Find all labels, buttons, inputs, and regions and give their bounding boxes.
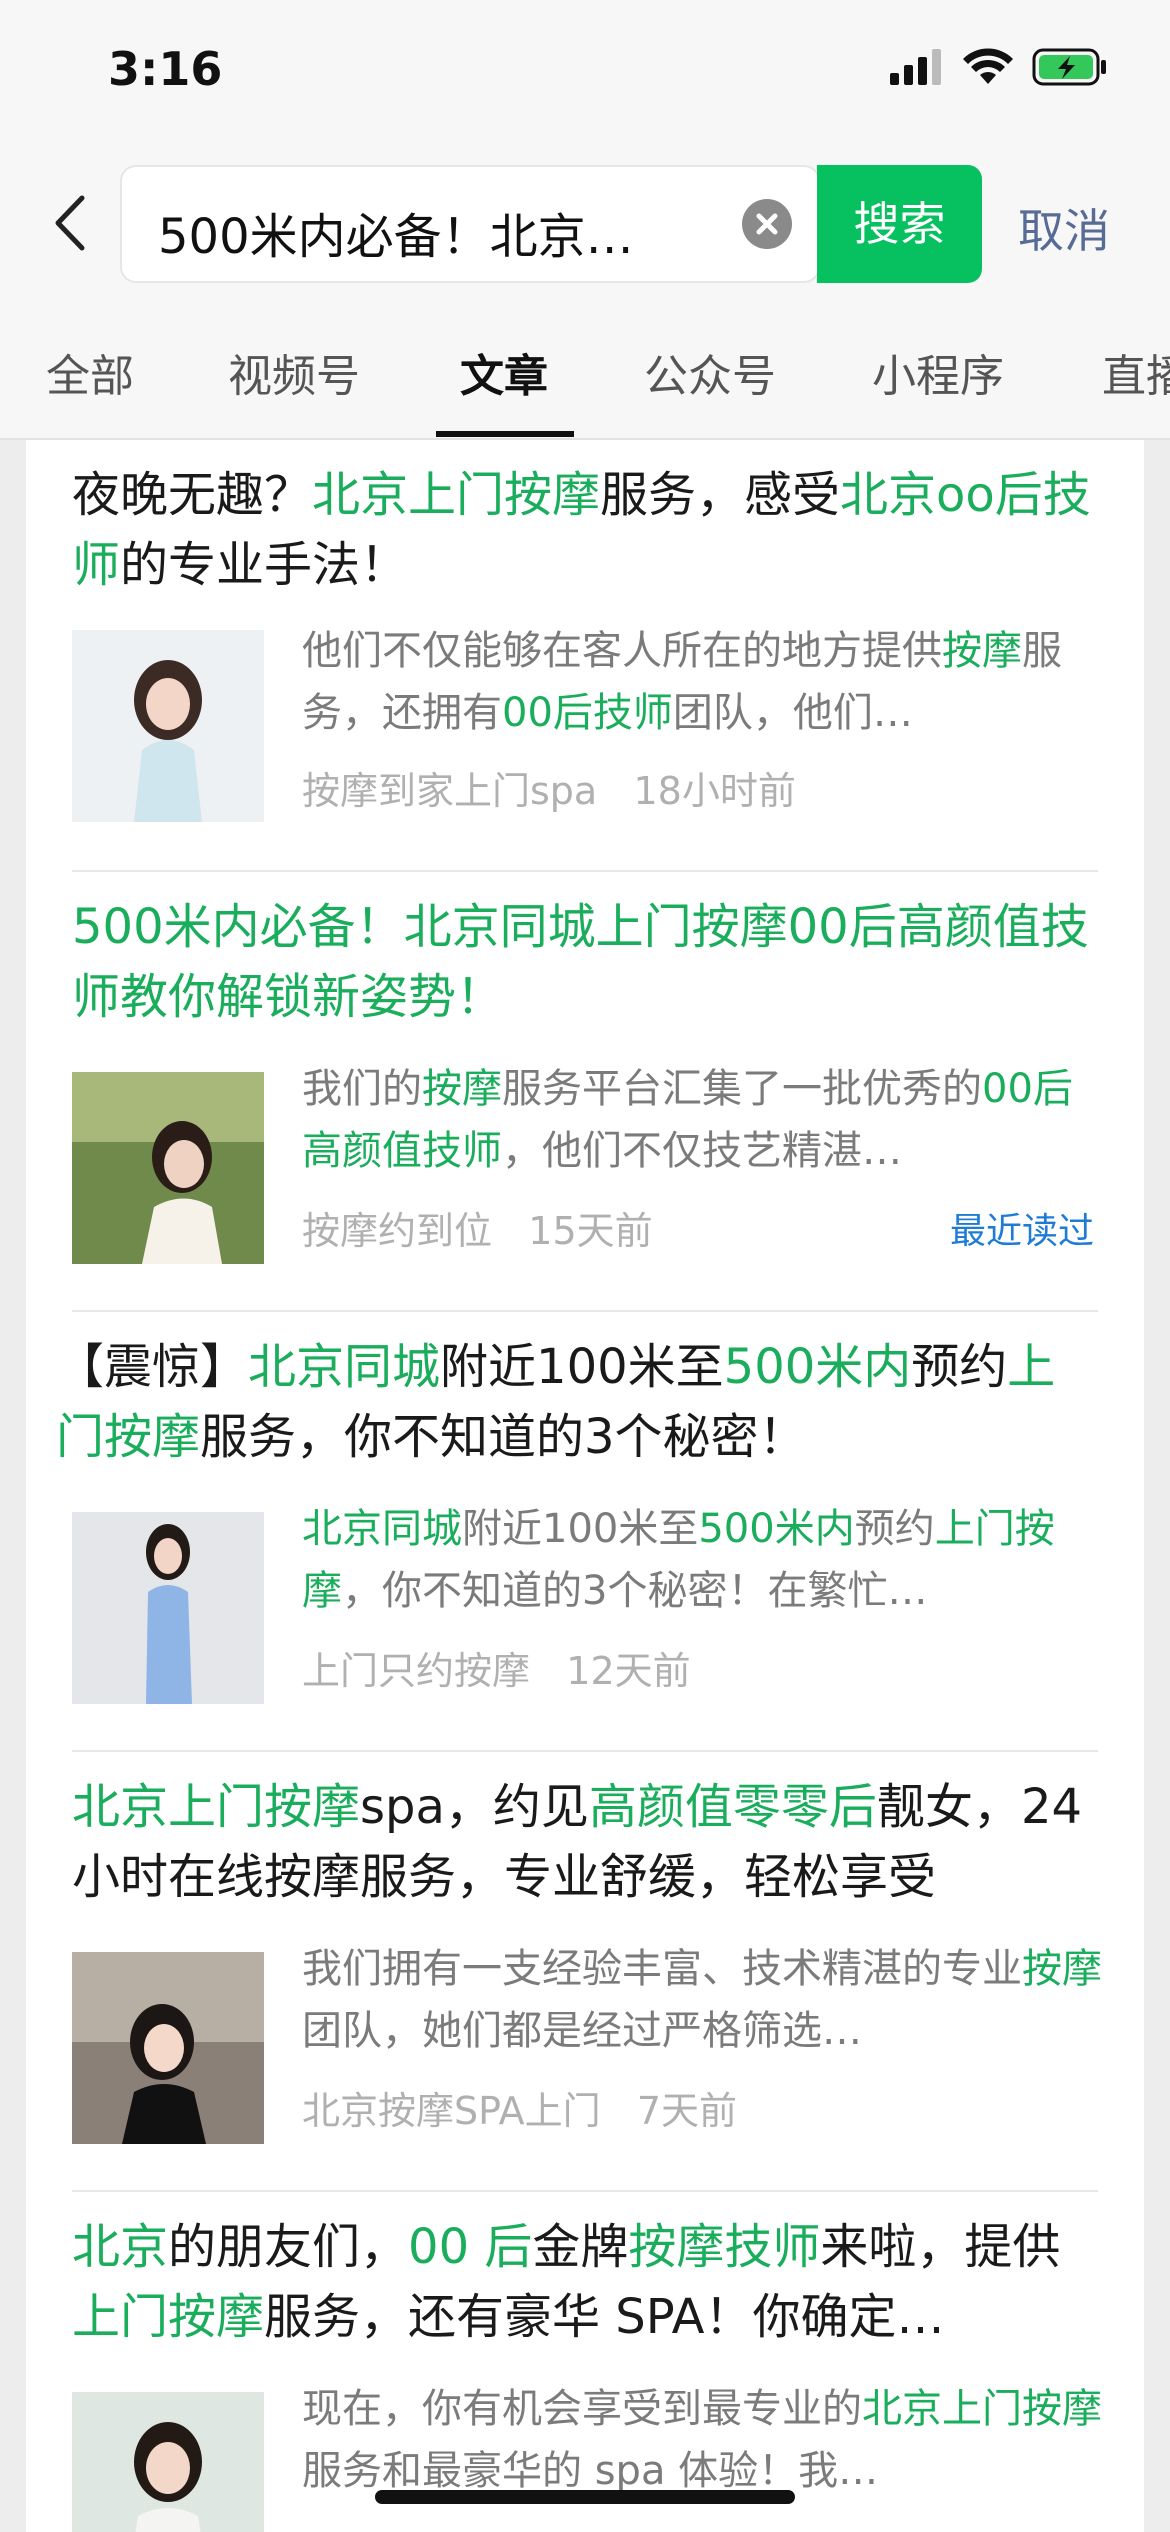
highlighted-keyword: 北京上门按摩 [312,467,601,523]
text-segment: 【震惊】 [56,1339,249,1395]
article-source[interactable]: 按摩到家上门spa [302,769,597,813]
article-title[interactable]: 北京上门按摩spa，约见高颜值零零后靓女，24小时在线按摩服务，专业舒缓，轻松享… [72,1772,1102,1912]
article-card[interactable]: 【震惊】北京同城附近100米至500米内预约上门按摩服务，你不知道的3个秘密！ … [26,1312,1144,1752]
article-snippet: 我们拥有一支经验丰富、技术精湛的专业按摩团队，她们都是经过严格筛选… [302,1938,1102,2062]
result-tabs: 全部 视频号 文章 公众号 小程序 直播 [0,298,1170,440]
article-time: 7天前 [636,2089,738,2133]
article-meta: 按摩约到位 15天前 [302,1200,653,1255]
highlighted-keyword: 高颜值零零后 [588,1779,877,1835]
search-bar: 500米内必备！北京… 搜索 取消 [0,150,1170,298]
highlighted-keyword: 北京 [72,2219,169,2275]
article-thumbnail [72,1072,264,1264]
article-title[interactable]: 北京的朋友们，00 后金牌按摩技师来啦，提供上门按摩服务，还有豪华 SPA！你确… [72,2212,1102,2352]
article-snippet: 北京同城附近100米至500米内预约上门按摩，你不知道的3个秘密！在繁忙… [302,1498,1102,1622]
article-meta: 北京按摩SPA上门 7天前 [302,2080,737,2135]
highlighted-keyword: 按摩技师 [628,2219,821,2275]
article-meta: 按摩到家上门spa 18小时前 [302,760,796,815]
clear-search-icon[interactable] [742,199,792,249]
highlighted-keyword: 北京同城 [248,1339,441,1395]
highlighted-keyword: 北京上门按摩 [862,2386,1102,2432]
tab-articles[interactable]: 文章 [460,340,548,404]
back-arrow-icon[interactable] [42,188,102,258]
text-segment: 服务和最豪华的 spa 体验！我… [302,2448,879,2494]
article-thumbnail [72,2392,264,2532]
battery-charging-icon [1032,48,1106,86]
tab-live[interactable]: 直播 [1102,340,1170,404]
tab-channels[interactable]: 视频号 [228,340,360,404]
article-source[interactable]: 北京按摩SPA上门 [302,2089,601,2133]
article-snippet: 现在，你有机会享受到最专业的北京上门按摩服务和最豪华的 spa 体验！我… [302,2378,1102,2502]
text-segment: 的朋友们， [168,2219,409,2275]
article-time: 12天前 [566,1649,691,1693]
text-segment: 附近100米至 [462,1506,699,1552]
article-meta: 上门只约按摩 12天前 [302,1640,691,1695]
article-time: 18小时前 [633,769,796,813]
recently-read-badge: 最近读过 [949,1211,1094,1252]
text-segment: 的专业手法！ [120,537,409,593]
text-segment: 我们拥有一支经验丰富、技术精湛的专业 [302,1946,1022,1992]
highlighted-keyword: 500米内 [723,1339,912,1395]
text-segment: 服务平台汇集了一批优秀的 [502,1066,982,1112]
article-title[interactable]: 500米内必备！北京同城上门按摩00后高颜值技师教你解锁新姿势！ [72,892,1102,1032]
article-title[interactable]: 【震惊】北京同城附近100米至500米内预约上门按摩服务，你不知道的3个秘密！ [56,1332,1086,1472]
cancel-button[interactable]: 取消 [1018,195,1110,261]
search-query-text[interactable]: 500米内必备！北京… [158,197,634,267]
status-bar: 3:16 [0,0,1170,150]
text-segment: 现在，你有机会享受到最专业的 [302,2386,862,2432]
article-source[interactable]: 上门只约按摩 [302,1649,530,1693]
text-segment: 我们的 [302,1066,422,1112]
text-segment: 来啦，提供 [820,2219,1061,2275]
text-segment: spa，约见 [360,1779,589,1835]
text-segment: 预约 [911,1339,1008,1395]
active-tab-indicator [436,431,574,437]
text-segment: 夜晚无趣？ [72,467,313,523]
article-time: 15天前 [528,1209,653,1253]
text-segment: 金牌 [532,2219,629,2275]
highlighted-keyword: 按摩 [1022,1946,1102,1992]
status-time: 3:16 [108,42,223,96]
highlighted-keyword: 按摩 [942,628,1022,674]
text-segment: 团队，他们… [672,690,913,736]
text-segment: ，你不知道的3个秘密！在繁忙… [342,1568,928,1614]
article-card[interactable]: 500米内必备！北京同城上门按摩00后高颜值技师教你解锁新姿势！ 我们的按摩服务… [26,872,1144,1312]
article-card[interactable]: 夜晚无趣？北京上门按摩服务，感受北京oo后技师的专业手法！ 他们不仅能够在客人所… [26,440,1144,872]
search-input[interactable]: 500米内必备！北京… [120,165,820,283]
tab-mini-programs[interactable]: 小程序 [872,340,1004,404]
article-thumbnail [72,1512,264,1704]
article-thumbnail [72,630,264,822]
article-source[interactable]: 按摩约到位 [302,1209,492,1253]
text-segment: 服务，还有豪华 SPA！你确定… [264,2289,945,2345]
highlighted-keyword: 按摩 [422,1066,502,1112]
article-card[interactable]: 北京的朋友们，00 后金牌按摩技师来啦，提供上门按摩服务，还有豪华 SPA！你确… [26,2192,1144,2532]
tab-official-accounts[interactable]: 公众号 [644,340,776,404]
search-button[interactable]: 搜索 [817,165,982,283]
text-segment: ，他们不仅技艺精湛… [502,1128,902,1174]
text-segment: 附近100米至 [440,1339,724,1395]
text-segment: 他们不仅能够在客人所在的地方提供 [302,628,942,674]
article-snippet: 我们的按摩服务平台汇集了一批优秀的00后高颜值技师，他们不仅技艺精湛… [302,1058,1102,1182]
article-results-list: 夜晚无趣？北京上门按摩服务，感受北京oo后技师的专业手法！ 他们不仅能够在客人所… [26,440,1144,2532]
highlighted-keyword: 北京同城 [302,1506,462,1552]
highlighted-keyword: 北京上门按摩 [72,1779,361,1835]
article-title[interactable]: 夜晚无趣？北京上门按摩服务，感受北京oo后技师的专业手法！ [72,460,1102,600]
highlighted-keyword: 500米内 [698,1506,855,1552]
home-indicator[interactable] [375,2490,795,2504]
text-segment: 服务，感受 [600,467,841,523]
highlighted-keyword: 00后技师 [502,690,673,736]
highlighted-keyword: 00 后 [408,2219,533,2275]
tab-all[interactable]: 全部 [46,340,134,404]
wifi-icon [963,48,1013,84]
status-icons [890,48,1108,86]
cellular-signal-icon [890,49,941,85]
article-card[interactable]: 北京上门按摩spa，约见高颜值零零后靓女，24小时在线按摩服务，专业舒缓，轻松享… [26,1752,1144,2192]
article-thumbnail [72,1952,264,2144]
highlighted-keyword: 上门按摩 [72,2289,265,2345]
article-snippet: 他们不仅能够在客人所在的地方提供按摩服务，还拥有00后技师团队，他们… [302,620,1102,744]
text-segment: 服务，你不知道的3个秘密！ [200,1409,807,1465]
text-segment: 预约 [854,1506,935,1552]
highlighted-keyword: 500米内必备！北京同城上门按摩00后高颜值技师教你解锁新姿势！ [72,899,1089,1025]
text-segment: 团队，她们都是经过严格筛选… [302,2008,862,2054]
